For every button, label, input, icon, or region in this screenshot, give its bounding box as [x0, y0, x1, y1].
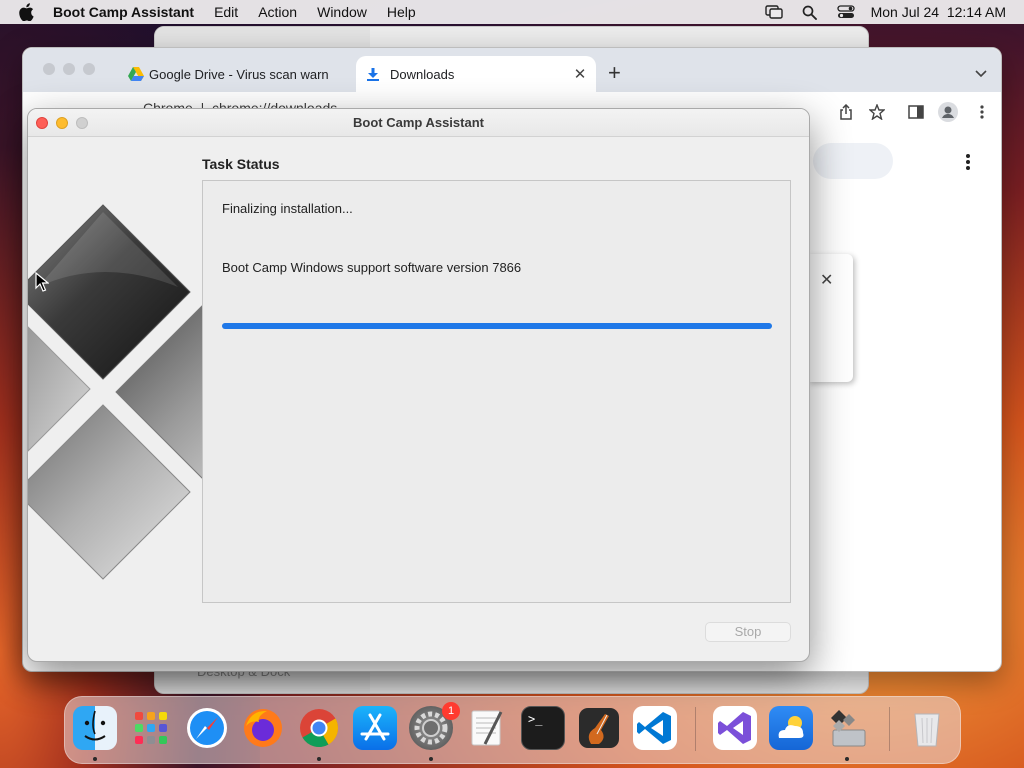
profile-avatar-icon[interactable] — [937, 101, 959, 123]
running-indicator — [93, 757, 97, 761]
bootcamp-titlebar: Boot Camp Assistant — [28, 109, 809, 137]
menu-window[interactable]: Window — [317, 4, 367, 20]
menu-app-name[interactable]: Boot Camp Assistant — [53, 4, 194, 20]
launchpad-icon[interactable] — [129, 706, 173, 750]
tab-close-icon[interactable]: ✕ — [570, 65, 590, 83]
tab-title: Downloads — [390, 66, 455, 82]
chrome-icon[interactable] — [297, 706, 341, 750]
spotlight-search-icon[interactable] — [799, 0, 821, 24]
chrome-menu-icon[interactable] — [971, 101, 993, 123]
window-title: Boot Camp Assistant — [353, 115, 484, 130]
trash-icon[interactable] — [905, 706, 949, 750]
downloads-more-icon[interactable] — [966, 154, 970, 175]
status-message: Finalizing installation... — [222, 201, 353, 216]
apple-menu-icon[interactable] — [18, 3, 38, 21]
dock: 1 >_ — [64, 696, 961, 764]
downloads-search-field[interactable] — [813, 143, 893, 179]
menu-edit[interactable]: Edit — [214, 4, 238, 20]
mouse-cursor-icon — [35, 271, 50, 292]
firefox-icon[interactable] — [241, 706, 285, 750]
visual-studio-icon[interactable] — [713, 706, 757, 750]
garageband-icon[interactable] — [577, 706, 621, 750]
menu-action[interactable]: Action — [258, 4, 297, 20]
chrome-tab-google-drive[interactable]: Google Drive - Virus scan warn ✕ — [123, 56, 375, 92]
textedit-icon[interactable] — [465, 706, 509, 750]
notification-badge: 1 — [442, 702, 460, 720]
task-status-heading: Task Status — [202, 156, 280, 172]
bootcamp-window: Boot Camp Assistant Task Status Finalizi… — [27, 108, 810, 662]
bootcamp-icon[interactable] — [825, 706, 869, 750]
terminal-icon[interactable]: >_ — [521, 706, 565, 750]
dock-separator — [695, 707, 696, 751]
close-icon[interactable]: ✕ — [820, 270, 833, 290]
chrome-close-button[interactable] — [43, 63, 55, 75]
screen-mirroring-icon[interactable] — [763, 0, 785, 24]
vscode-icon[interactable] — [633, 706, 677, 750]
running-indicator — [845, 757, 849, 761]
download-icon — [356, 67, 390, 81]
running-indicator — [429, 757, 433, 761]
chrome-minimize-button[interactable] — [63, 63, 75, 75]
menu-bar: Boot Camp Assistant Edit Action Window H… — [0, 0, 1024, 24]
stop-button[interactable]: Stop — [705, 622, 791, 642]
status-detail: Boot Camp Windows support software versi… — [222, 260, 522, 275]
progress-bar — [222, 323, 772, 329]
chrome-tab-strip: Google Drive - Virus scan warn ✕ Downloa… — [23, 48, 1001, 92]
chrome-zoom-button[interactable] — [83, 63, 95, 75]
control-center-icon[interactable] — [835, 0, 857, 24]
share-icon[interactable] — [835, 101, 857, 123]
running-indicator — [317, 757, 321, 761]
progress-bar-fill — [222, 323, 772, 329]
menu-bar-clock[interactable]: Mon Jul 24 12:14 AM — [871, 4, 1006, 20]
tab-title: Google Drive - Virus scan warn — [149, 66, 329, 82]
new-tab-button[interactable]: + — [608, 60, 621, 86]
task-status-panel: Finalizing installation... Boot Camp Win… — [202, 180, 791, 603]
side-panel-icon[interactable] — [905, 101, 927, 123]
download-warning-card: ✕ — [808, 254, 853, 382]
dock-separator — [889, 707, 890, 751]
bookmark-star-icon[interactable] — [866, 101, 888, 123]
weather-icon[interactable] — [769, 706, 813, 750]
menu-help[interactable]: Help — [387, 4, 416, 20]
tab-search-chevron-icon[interactable] — [975, 65, 987, 83]
app-store-icon[interactable] — [353, 706, 397, 750]
safari-icon[interactable] — [185, 706, 229, 750]
finder-icon[interactable] — [73, 706, 117, 750]
terminal-prompt: >_ — [528, 712, 543, 726]
google-drive-icon — [123, 67, 149, 81]
chrome-tab-downloads[interactable]: Downloads ✕ — [356, 56, 596, 92]
